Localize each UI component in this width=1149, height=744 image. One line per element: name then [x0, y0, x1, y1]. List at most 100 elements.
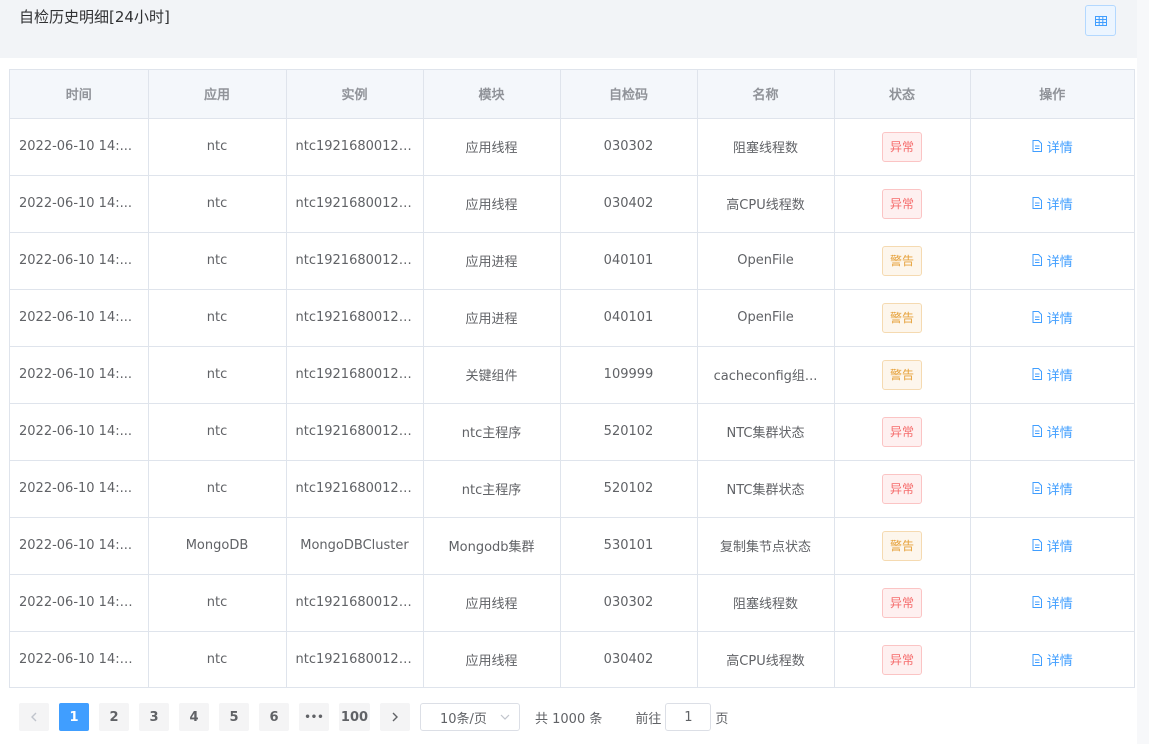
document-icon [1032, 482, 1042, 495]
page-button-4[interactable]: 4 [179, 703, 209, 731]
prev-page-button[interactable] [19, 703, 49, 731]
page-button-3[interactable]: 3 [139, 703, 169, 731]
detail-link[interactable]: 详情 [1032, 251, 1073, 270]
goto-page-input[interactable] [665, 703, 712, 731]
header-band [0, 0, 1137, 58]
column-settings-button[interactable] [1085, 5, 1116, 36]
cell-action: 详情 [970, 289, 1134, 347]
column-header-module[interactable]: 模块 [423, 70, 561, 119]
column-header-status[interactable]: 状态 [834, 70, 971, 119]
cell-code: 520102 [560, 460, 698, 518]
cell-name: OpenFile [697, 289, 835, 347]
detail-link[interactable]: 详情 [1032, 422, 1073, 441]
next-page-button[interactable] [380, 703, 410, 731]
cell-name: 阻塞线程数 [697, 574, 835, 632]
cell-code: 109999 [560, 346, 698, 404]
status-badge: 警告 [881, 245, 922, 276]
cell-app: ntc [148, 403, 287, 461]
detail-link[interactable]: 详情 [1032, 365, 1073, 384]
cell-instance: ntc192168001232 [286, 289, 424, 347]
detail-link[interactable]: 详情 [1032, 308, 1073, 327]
detail-link[interactable]: 详情 [1032, 137, 1073, 156]
cell-name: OpenFile [697, 232, 835, 290]
detail-link[interactable]: 详情 [1032, 650, 1073, 669]
cell-instance: ntc192168001231 [286, 232, 424, 290]
detail-link[interactable]: 详情 [1032, 194, 1073, 213]
cell-app: ntc [148, 631, 287, 688]
cell-action: 详情 [970, 175, 1134, 233]
cell-name: 阻塞线程数 [697, 118, 835, 176]
cell-code: 030302 [560, 574, 698, 632]
document-icon [1032, 311, 1042, 324]
cell-app: ntc [148, 346, 287, 404]
cell-time: 2022-06-10 14:... [10, 118, 149, 176]
page-button-2[interactable]: 2 [99, 703, 129, 731]
self-check-history-table: 时间 应用 实例 模块 自检码 名称 状态 操作 2022-06-10 14:.… [9, 69, 1135, 688]
cell-status: 警告 [834, 232, 971, 290]
page-size-value: 10条/页 [440, 711, 487, 727]
column-header-name[interactable]: 名称 [697, 70, 835, 119]
status-badge: 警告 [881, 359, 922, 390]
cell-module: 关键组件 [423, 346, 561, 404]
status-badge: 异常 [881, 188, 922, 219]
detail-link-label: 详情 [1046, 654, 1073, 669]
cell-instance: ntc192168001232 [286, 175, 424, 233]
cell-module: 应用线程 [423, 118, 561, 176]
cell-time: 2022-06-10 14:... [10, 403, 149, 461]
cell-action: 详情 [970, 403, 1134, 461]
document-icon [1032, 539, 1042, 552]
column-header-instance[interactable]: 实例 [286, 70, 424, 119]
cell-time: 2022-06-10 14:... [10, 346, 149, 404]
cell-code: 040101 [560, 232, 698, 290]
page-button-5[interactable]: 5 [219, 703, 249, 731]
status-badge: 异常 [881, 416, 922, 447]
cell-module: 应用线程 [423, 175, 561, 233]
detail-link[interactable]: 详情 [1032, 593, 1073, 612]
cell-name: 复制集节点状态 [697, 517, 835, 575]
detail-link[interactable]: 详情 [1032, 479, 1073, 498]
scrollbar-track[interactable] [1137, 0, 1149, 744]
cell-code: 530101 [560, 517, 698, 575]
detail-link-label: 详情 [1046, 311, 1073, 327]
column-header-app[interactable]: 应用 [148, 70, 287, 119]
cell-app: ntc [148, 232, 287, 290]
column-header-time[interactable]: 时间 [10, 70, 149, 119]
cell-module: 应用线程 [423, 631, 561, 688]
detail-link-label: 详情 [1046, 197, 1073, 213]
cell-instance: ntc192168001232 [286, 574, 424, 632]
cell-name: 高CPU线程数 [697, 631, 835, 688]
status-badge: 警告 [881, 530, 922, 561]
detail-link[interactable]: 详情 [1032, 536, 1073, 555]
cell-app: ntc [148, 460, 287, 518]
table-row: 2022-06-10 14:... ntc ntc192168001232 关键组件 1… [10, 346, 1134, 404]
cell-status: 异常 [834, 403, 971, 461]
cell-module: 应用进程 [423, 289, 561, 347]
cell-instance: ntc192168001232 [286, 460, 424, 518]
cell-code: 520102 [560, 403, 698, 461]
status-badge: 异常 [881, 473, 922, 504]
cell-module: 应用进程 [423, 232, 561, 290]
cell-status: 警告 [834, 517, 971, 575]
table-row: 2022-06-10 14:... ntc ntc192168001232 应用线程 0… [10, 175, 1134, 233]
page-button-100[interactable]: 100 [339, 703, 370, 731]
column-header-code[interactable]: 自检码 [560, 70, 698, 119]
detail-link-label: 详情 [1046, 596, 1073, 612]
cell-action: 详情 [970, 232, 1134, 290]
table-row: 2022-06-10 14:... ntc ntc192168001232 应用线程 0… [10, 118, 1134, 176]
cell-instance: ntc192168001231 [286, 631, 424, 688]
cell-instance: ntc192168001231 [286, 403, 424, 461]
pagination: 1 2 3 4 5 6 ••• 100 10条/页 共 1000 条 前往 页 [19, 703, 728, 731]
cell-time: 2022-06-10 14:... [10, 232, 149, 290]
cell-status: 异常 [834, 460, 971, 518]
table-body: 2022-06-10 14:... ntc ntc192168001232 应用线程 0… [10, 118, 1134, 688]
cell-module: ntc主程序 [423, 460, 561, 518]
page-button-6[interactable]: 6 [259, 703, 289, 731]
more-pages-icon[interactable]: ••• [299, 703, 329, 731]
page-button-1[interactable]: 1 [59, 703, 89, 731]
cell-app: ntc [148, 118, 287, 176]
document-icon [1032, 197, 1042, 210]
status-badge: 异常 [881, 131, 922, 162]
document-icon [1032, 140, 1042, 153]
cell-name: 高CPU线程数 [697, 175, 835, 233]
page-size-select[interactable]: 10条/页 [420, 703, 520, 731]
